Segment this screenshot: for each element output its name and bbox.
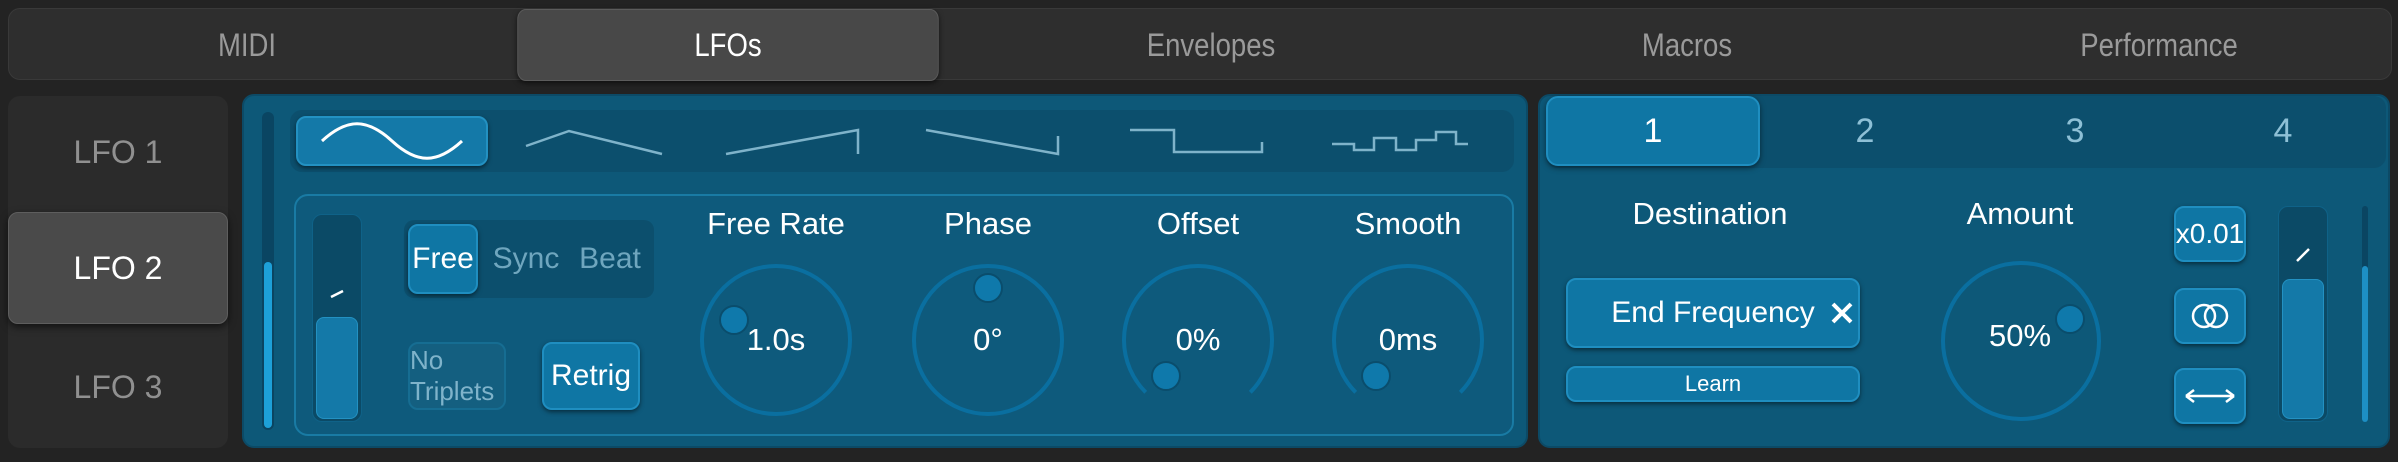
lfo-selector: LFO 1 LFO 2 LFO 3 [8,96,228,448]
mode-beat-button[interactable]: Beat [570,224,650,294]
shape-selector [290,110,1514,172]
triangle-wave-icon[interactable] [498,116,690,166]
square-wave-icon[interactable] [1098,116,1298,166]
saw-up-wave-icon[interactable] [698,116,890,166]
saw-down-wave-icon[interactable] [898,116,1090,166]
mod-slot-tabs: 1 2 3 4 [1546,96,2386,168]
phase-label: Phase [944,206,1032,241]
smooth-value: 0ms [1378,322,1438,357]
destination-title: Destination [1632,196,1788,231]
sine-wave-icon[interactable] [296,116,488,166]
tab-lfos[interactable]: LFOs [517,9,939,81]
lfo-2-button[interactable]: LFO 2 [8,212,228,324]
lfo-depth-slider[interactable] [312,214,362,422]
tab-envelopes[interactable]: Envelopes [1006,9,1415,81]
free-rate-value: 1.0s [746,322,806,357]
phase-value: 0° [973,322,1003,357]
curve-icon [330,289,344,299]
lfo-controls: Free Sync Beat No Triplets Retrig Free R… [294,194,1514,436]
double-arrow-icon [2185,389,2235,403]
free-rate-label: Free Rate [707,206,845,241]
mode-sync-button[interactable]: Sync [486,224,566,294]
bipolar-button[interactable] [2174,288,2246,344]
scale-button[interactable]: x0.01 [2174,206,2246,262]
modulation-panel: 1 2 3 4 Destination End Frequency Learn … [1538,94,2390,448]
smooth-label: Smooth [1354,206,1462,241]
mod-level-meter [2362,206,2368,422]
top-tab-bar: MIDI LFOs Envelopes Macros Performance [8,8,2392,81]
lfo-level-meter [262,112,274,430]
no-triplets-button[interactable]: No Triplets [408,342,506,410]
range-button[interactable] [2174,368,2246,424]
retrig-button[interactable]: Retrig [542,342,640,410]
tab-midi[interactable]: MIDI [42,9,451,81]
amount-value: 50% [1988,318,2052,353]
amount-title: Amount [1966,196,2074,231]
overlap-circles-icon [2191,303,2229,329]
mod-slot-1[interactable]: 1 [1546,96,1760,166]
lfo-3-button[interactable]: LFO 3 [8,328,228,446]
mode-selector: Free Sync Beat [404,220,654,298]
curve-icon [2296,248,2310,262]
tab-performance[interactable]: Performance [1958,9,2360,81]
mod-slot-2[interactable]: 2 [1760,96,1970,166]
offset-value: 0% [1175,322,1221,357]
mod-slot-4[interactable]: 4 [2180,96,2386,166]
offset-label: Offset [1156,206,1240,241]
tab-macros[interactable]: Macros [1482,9,1891,81]
close-icon[interactable] [1830,301,1854,325]
destination-select[interactable]: End Frequency [1566,278,1860,348]
mode-free-button[interactable]: Free [408,224,478,294]
learn-button[interactable]: Learn [1566,366,1860,402]
random-steps-wave-icon[interactable] [1300,116,1500,166]
mod-slot-3[interactable]: 3 [1970,96,2180,166]
destination-value: End Frequency [1611,296,1815,329]
lfo-1-button[interactable]: LFO 1 [8,96,228,208]
mod-curve-slider[interactable] [2278,206,2328,422]
lfo-panel: Free Sync Beat No Triplets Retrig Free R… [242,94,1528,448]
